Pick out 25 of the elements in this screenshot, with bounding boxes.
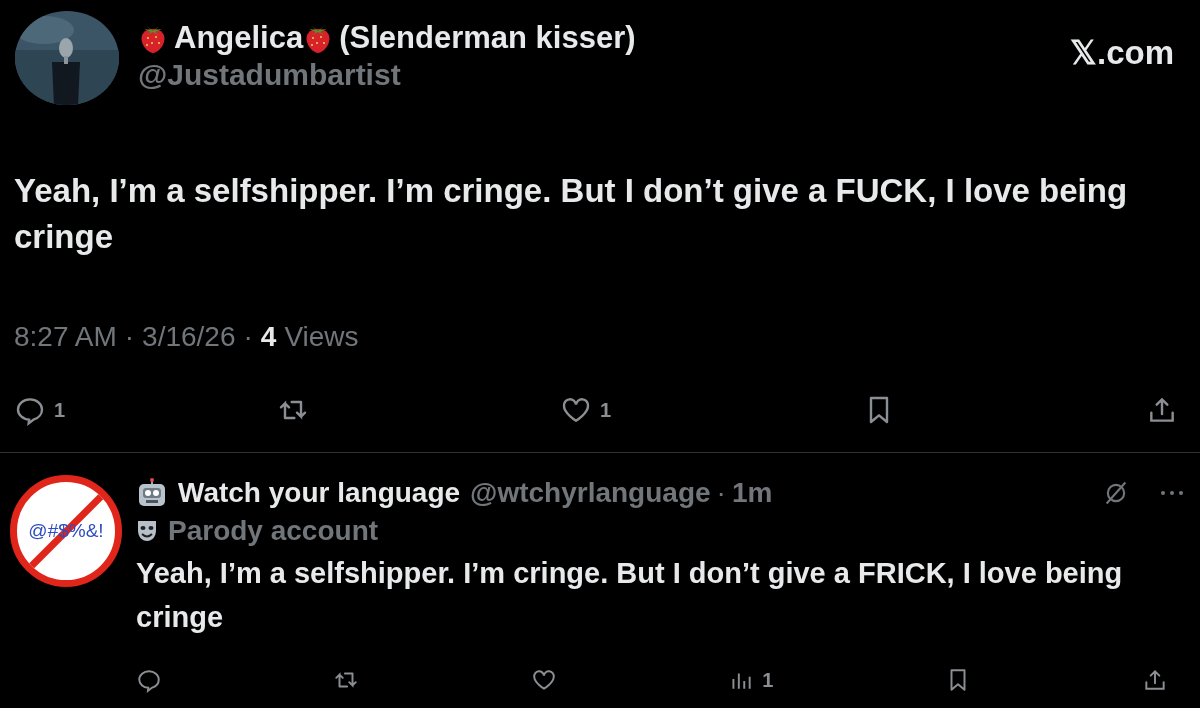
post-age: 1m: [731, 476, 773, 510]
display-name[interactable]: (Slenderman kisser): [339, 20, 636, 56]
mask-icon: [136, 519, 158, 543]
separator-dot: ·: [124, 320, 135, 354]
post-date: 3/16/26: [142, 320, 236, 354]
share-icon[interactable]: [1142, 667, 1168, 693]
action-count: 1: [600, 398, 612, 423]
post-text: Yeah, I’m a selfshipper. I’m cringe. But I don’t give a FUCK, I love being cringe: [14, 171, 1129, 257]
more-icon[interactable]: [1160, 490, 1184, 496]
view-count: 4: [260, 320, 277, 354]
separator-dot: ·: [716, 476, 726, 510]
robot-icon: [136, 478, 168, 508]
user-handle[interactable]: @wtchyrlanguage: [470, 475, 711, 511]
display-name[interactable]: Watch your language: [178, 475, 461, 511]
action-count: 1: [54, 398, 66, 423]
display-name[interactable]: Angelica: [174, 20, 304, 56]
site-label: 𝕏.com: [1069, 33, 1175, 73]
reply-text: Yeah, I’m a selfshipper. I’m cringe. But I don’t give a FRICK, I love being cringe: [136, 556, 1124, 635]
post-time: 8:27 AM: [14, 320, 117, 354]
parody-label: Parody account: [168, 514, 379, 548]
separator-dot: ·: [243, 320, 253, 354]
views-label: Views: [284, 320, 359, 354]
action-count: 1: [762, 668, 774, 693]
speech-bubble-icon[interactable]: [136, 667, 162, 693]
user-handle[interactable]: @Justadumbartist: [138, 56, 636, 94]
